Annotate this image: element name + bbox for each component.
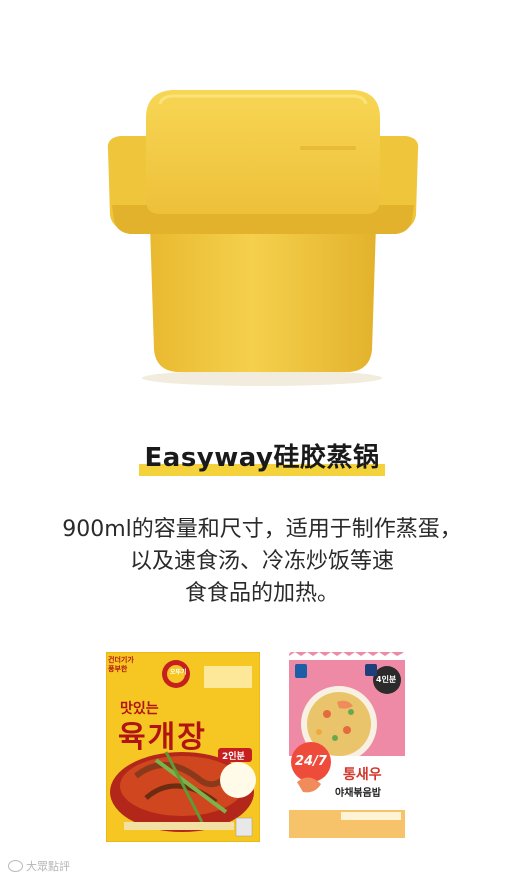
package-name-line2: 야채볶음밥 xyxy=(335,788,381,799)
watermark: 大眾點評 xyxy=(8,858,70,874)
description-line-1: 900ml的容量和尺寸，适用于制作蒸蛋， xyxy=(62,517,462,542)
package-portion: 2인분 xyxy=(222,752,245,762)
package-badge: 24/7 xyxy=(295,754,327,769)
package-name: 육개장 xyxy=(118,720,207,755)
package-fried-rice: 24/7 4인분 통새우 야채볶음밥 xyxy=(289,652,405,838)
package-yukgaejang: 건더기가 풍부한 맛있는 오뚜기 육개장 2인분 xyxy=(106,652,260,842)
steamer-lid xyxy=(146,90,380,214)
watermark-text: 大眾點評 xyxy=(26,860,70,873)
product-title-text: Easyway硅胶蒸锅 xyxy=(144,443,380,473)
watermark-logo-icon xyxy=(8,860,23,872)
package-brand: 오뚜기 xyxy=(170,669,187,676)
title-container: Easyway硅胶蒸锅 xyxy=(0,438,524,478)
product-title: Easyway硅胶蒸锅 xyxy=(138,438,386,478)
product-hero-image xyxy=(0,0,524,420)
package-corner-note: 건더기가 풍부한 xyxy=(108,656,134,673)
description-line-2: 以及速食汤、冷冻炒饭等速 xyxy=(129,549,394,574)
package-name-line1: 통새우 xyxy=(343,767,382,783)
description-line-3: 食食品的加热。 xyxy=(184,581,339,606)
package-portion-right: 4인분 xyxy=(376,675,397,684)
steamer-illustration xyxy=(107,90,419,386)
product-description: 900ml的容量和尺寸，适用于制作蒸蛋， 以及速食汤、冷冻炒饭等速 食食品的加热… xyxy=(40,514,484,610)
steamer-body xyxy=(150,225,376,372)
